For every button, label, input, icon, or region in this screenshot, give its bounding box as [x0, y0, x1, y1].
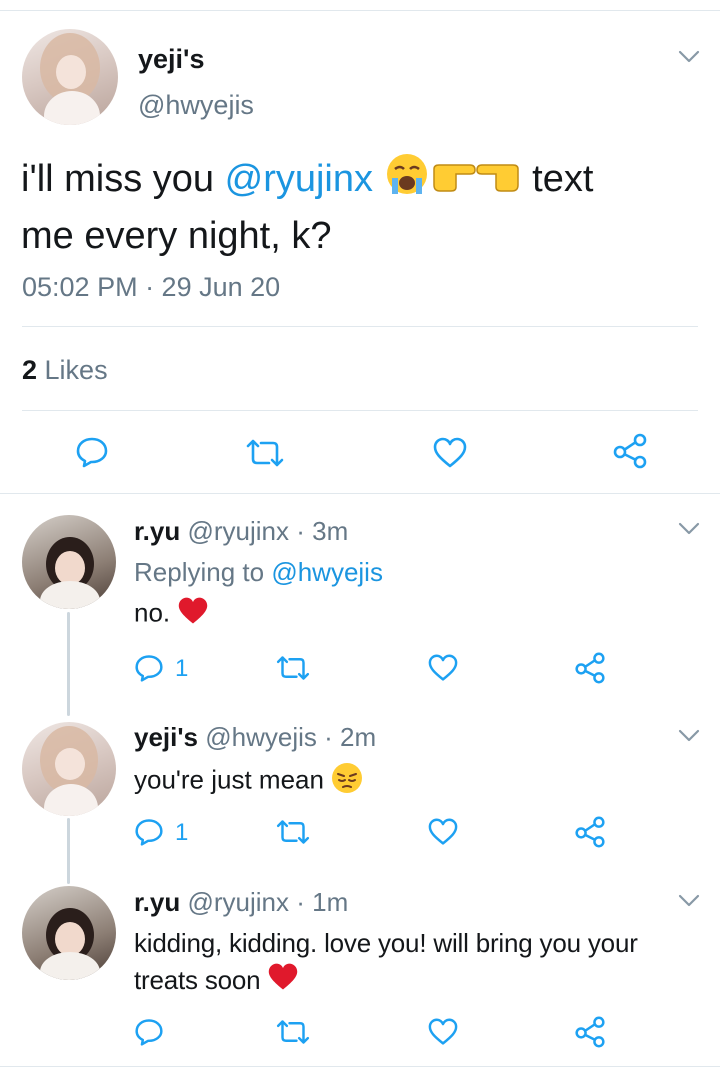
tweet-text: i'll miss you @ryujinx text me every nig… — [21, 152, 593, 262]
reply-text: no. — [134, 596, 209, 633]
share-icon[interactable] — [574, 1016, 606, 1048]
reply-text-content: no. — [134, 597, 178, 628]
divider — [22, 410, 698, 411]
section-divider — [0, 493, 720, 494]
reply-author-name[interactable]: r.yu — [134, 887, 180, 917]
replying-to: Replying to @hwyejis — [134, 557, 383, 588]
reply-author-handle[interactable]: @hwyejis — [205, 722, 317, 752]
like-icon[interactable] — [432, 437, 468, 469]
avatar-ryu[interactable] — [22, 886, 116, 980]
reply-time: · 2m — [316, 722, 377, 752]
reply-time: · 3m — [289, 516, 349, 546]
reply-count: 1 — [175, 655, 189, 682]
reply-author-name[interactable]: r.yu — [134, 516, 180, 546]
retweet-icon[interactable] — [275, 818, 311, 846]
reply-icon[interactable] — [75, 435, 109, 469]
reply-icon[interactable] — [134, 1017, 164, 1047]
reply-icon[interactable] — [134, 817, 164, 847]
mention-link[interactable]: @ryujinx — [225, 158, 373, 200]
reply-text: you're just mean — [134, 762, 363, 801]
tweet-text-end: text — [521, 158, 594, 201]
reply-text-line2: treats soon — [134, 965, 268, 995]
avatar-ryu[interactable] — [22, 515, 116, 609]
reply-header: yeji's @hwyejis · 2m — [134, 722, 376, 753]
pensive-face-icon — [331, 762, 363, 801]
like-icon[interactable] — [427, 1018, 459, 1046]
red-heart-icon — [177, 596, 209, 633]
tweet-text-line2: me every night, k? — [21, 215, 332, 257]
tweet-text-start: i'll miss you — [21, 158, 225, 201]
reply-count: 1 — [175, 819, 189, 846]
reply-text-line1: kidding, kidding. love you! will bring y… — [134, 928, 638, 958]
reply-author-handle[interactable]: @ryujinx — [187, 887, 289, 917]
chevron-down-icon[interactable] — [678, 50, 700, 64]
top-divider — [0, 10, 720, 11]
chevron-down-icon[interactable] — [678, 729, 700, 743]
replying-to-label: Replying to — [134, 557, 272, 587]
author-handle[interactable]: @hwyejis — [138, 90, 254, 121]
replying-to-link[interactable]: @hwyejis — [271, 557, 383, 587]
like-icon[interactable] — [427, 818, 459, 846]
reply-time: · 1m — [289, 887, 349, 917]
reply-text-content: you're just mean — [134, 764, 332, 795]
reply-author-name[interactable]: yeji's — [134, 722, 198, 752]
share-icon[interactable] — [574, 652, 606, 684]
backhand-index-pointing-left-icon — [475, 155, 522, 207]
likes-number: 2 — [22, 355, 38, 385]
tweet-timestamp: 05:02 PM · 29 Jun 20 — [22, 272, 281, 302]
backhand-index-pointing-right-icon — [430, 155, 476, 207]
thread-connector — [67, 818, 70, 884]
author-name[interactable]: yeji's — [138, 44, 204, 75]
likes-label: Likes — [37, 355, 108, 385]
avatar-yeji[interactable] — [22, 29, 118, 125]
reply-header: r.yu @ryujinx · 3m — [134, 516, 348, 547]
like-icon[interactable] — [427, 654, 459, 682]
reply-author-handle[interactable]: @ryujinx — [187, 516, 289, 546]
chevron-down-icon[interactable] — [678, 894, 700, 908]
retweet-icon[interactable] — [275, 654, 311, 682]
red-heart-icon — [267, 962, 299, 1002]
reply-text: kidding, kidding. love you! will bring y… — [134, 925, 638, 1002]
thread-connector — [67, 612, 70, 716]
bottom-divider — [0, 1066, 720, 1067]
retweet-icon[interactable] — [275, 1018, 311, 1046]
reply-icon[interactable] — [134, 653, 164, 683]
loudly-crying-face-icon — [384, 152, 430, 210]
share-icon[interactable] — [574, 816, 606, 848]
retweet-icon[interactable] — [245, 437, 285, 469]
likes-count[interactable]: 2 Likes — [22, 355, 108, 386]
share-icon[interactable] — [612, 433, 648, 469]
chevron-down-icon[interactable] — [678, 522, 700, 536]
divider — [22, 326, 698, 327]
reply-header: r.yu @ryujinx · 1m — [134, 887, 348, 918]
avatar-yeji[interactable] — [22, 722, 116, 816]
